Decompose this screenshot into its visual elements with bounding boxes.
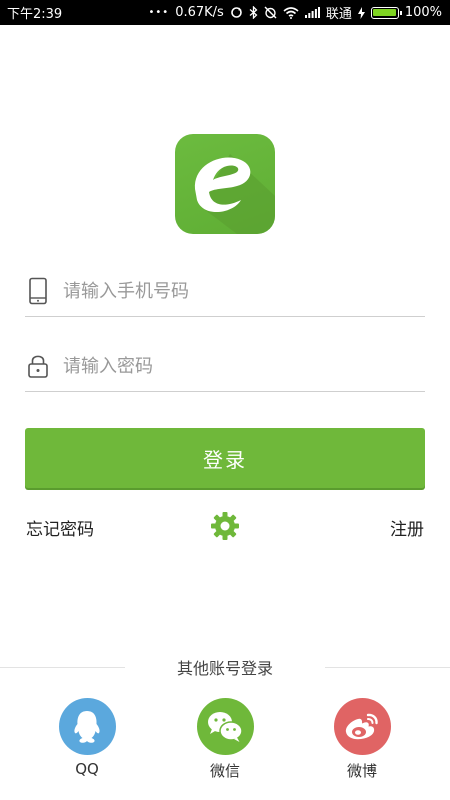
weibo-icon: [333, 698, 391, 755]
phone-field: [25, 266, 425, 317]
gear-icon[interactable]: [210, 511, 240, 541]
login-button[interactable]: 登录: [25, 428, 425, 488]
phone-icon: [26, 277, 50, 305]
network-speed: 0.67K/s: [175, 5, 224, 20]
status-bar: 下午2:39 ••• 0.67K/s 联通 100%: [0, 0, 450, 25]
qq-label: QQ: [75, 760, 99, 778]
register-link[interactable]: 注册: [390, 515, 424, 540]
wechat-icon: [196, 698, 254, 755]
forgot-password-link[interactable]: 忘记密码: [26, 515, 94, 540]
divider-left: [0, 666, 125, 668]
sync-icon: [230, 6, 243, 19]
qq-icon: [58, 698, 116, 755]
wechat-label: 微信: [209, 762, 240, 780]
signal-icon: [304, 7, 320, 18]
divider-right: [325, 666, 450, 668]
lock-icon: [26, 352, 50, 380]
password-input[interactable]: [63, 355, 403, 377]
app-logo: [175, 134, 275, 234]
carrier-name: 联通: [325, 7, 352, 22]
alarm-off-icon: [264, 6, 277, 19]
status-indicators: ••• 0.67K/s 联通 100%: [148, 3, 442, 22]
weibo-label: 微博: [346, 762, 377, 780]
other-login-title: 其他账号登录: [176, 659, 273, 678]
password-field: [25, 341, 425, 392]
status-time: 下午2:39: [7, 7, 63, 22]
weibo-login-button[interactable]: 微博: [317, 698, 407, 781]
bluetooth-icon: [249, 6, 258, 19]
app-logo-e-icon: [194, 154, 275, 234]
more-dots-icon: •••: [148, 7, 170, 18]
charging-icon: [357, 6, 365, 19]
battery-percent: 100%: [404, 5, 442, 20]
qq-login-button[interactable]: QQ: [42, 698, 132, 778]
other-login-header: 其他账号登录: [0, 656, 450, 678]
wifi-icon: [283, 6, 299, 19]
battery-icon: [370, 6, 402, 19]
wechat-login-button[interactable]: 微信: [180, 698, 270, 781]
phone-input[interactable]: [63, 280, 403, 302]
